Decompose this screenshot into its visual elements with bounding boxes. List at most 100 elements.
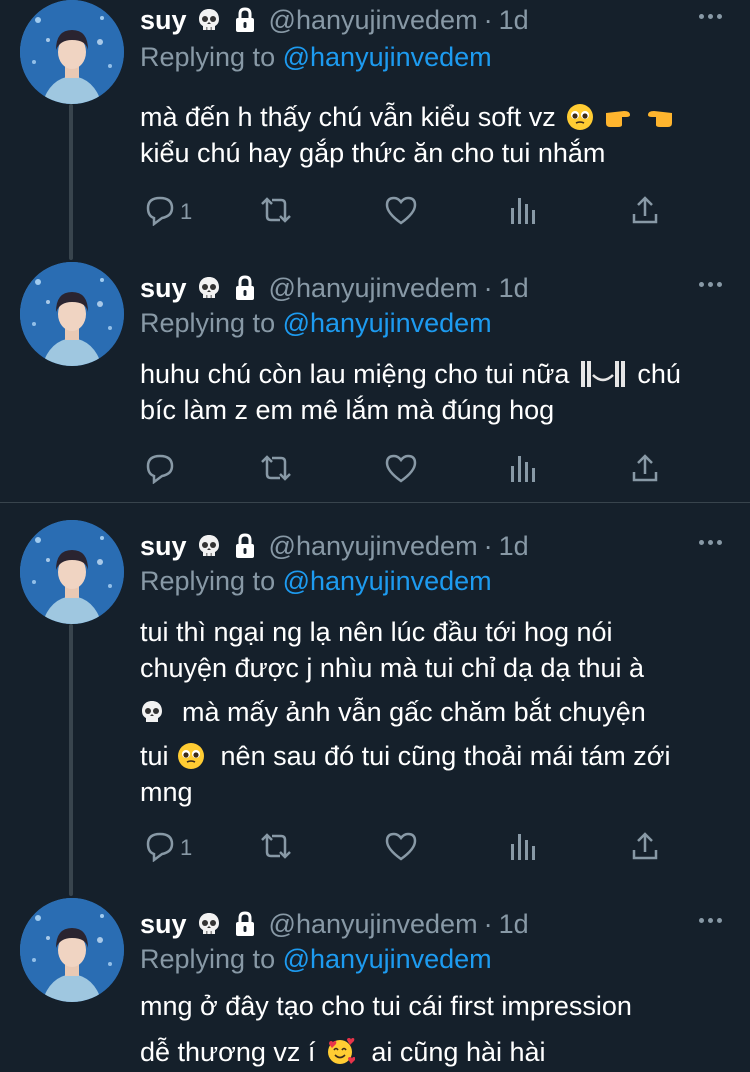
more-icon[interactable] xyxy=(699,918,722,923)
text-line: tui xyxy=(140,741,169,771)
display-name[interactable]: suy xyxy=(140,531,187,562)
more-icon[interactable] xyxy=(699,540,722,545)
pleading-face-icon xyxy=(566,103,594,131)
text-line: dễ thương vz í xyxy=(140,1037,316,1067)
display-name[interactable]: suy xyxy=(140,5,187,36)
replying-to: Replying to @hanyujinvedem xyxy=(140,566,492,597)
reply-icon xyxy=(144,194,176,231)
smiling-face-with-hearts-icon xyxy=(325,1037,356,1067)
action-bar: 1 xyxy=(140,828,680,868)
tweet[interactable]: suy @hanyujinvedem · 1d Replying to @han… xyxy=(0,898,750,1072)
timestamp[interactable]: 1d xyxy=(499,5,529,36)
tweet-header: suy @hanyujinvedem · 1d xyxy=(140,2,529,38)
skull-icon xyxy=(197,911,221,937)
analytics-icon xyxy=(508,830,538,867)
crying-face-icon xyxy=(577,359,629,389)
share-icon xyxy=(630,194,660,231)
tweet[interactable]: suy @hanyujinvedem · 1d Replying to @han… xyxy=(0,0,750,255)
mention-link[interactable]: @hanyujinvedem xyxy=(283,944,492,974)
avatar[interactable] xyxy=(20,262,124,366)
handle[interactable]: @hanyujinvedem xyxy=(269,273,478,304)
reply-button[interactable]: 1 xyxy=(144,192,192,232)
share-button[interactable] xyxy=(630,828,660,868)
avatar[interactable] xyxy=(20,520,124,624)
backhand-index-pointing-left-icon xyxy=(644,105,674,129)
separator: · xyxy=(483,908,493,939)
heart-icon xyxy=(384,830,418,867)
skull-icon xyxy=(197,275,221,301)
tweet[interactable]: suy @hanyujinvedem · 1d Replying to @han… xyxy=(0,520,750,890)
replying-prefix: Replying to xyxy=(140,944,276,974)
reply-icon xyxy=(144,452,176,489)
heart-icon xyxy=(384,452,418,489)
separator: · xyxy=(483,272,493,303)
replying-to: Replying to @hanyujinvedem xyxy=(140,308,492,339)
pleading-face-icon xyxy=(177,742,205,770)
backhand-index-pointing-right-icon xyxy=(604,105,634,129)
skull-icon xyxy=(140,699,164,725)
lock-icon xyxy=(233,911,257,937)
retweet-button[interactable] xyxy=(258,450,294,490)
reply-button[interactable]: 1 xyxy=(144,828,192,868)
mention-link[interactable]: @hanyujinvedem xyxy=(283,308,492,338)
replying-prefix: Replying to xyxy=(140,308,276,338)
handle[interactable]: @hanyujinvedem xyxy=(269,5,478,36)
skull-icon xyxy=(197,533,221,559)
divider xyxy=(0,502,750,503)
skull-icon xyxy=(197,7,221,33)
share-icon xyxy=(630,452,660,489)
retweet-icon xyxy=(258,452,294,489)
like-button[interactable] xyxy=(384,828,418,868)
share-button[interactable] xyxy=(630,450,660,490)
reply-icon xyxy=(144,830,176,867)
timestamp[interactable]: 1d xyxy=(499,273,529,304)
tweet-text: mà đến h thấy chú vẫn kiểu soft vz kiểu … xyxy=(140,99,730,171)
avatar-image xyxy=(20,0,124,104)
like-button[interactable] xyxy=(384,192,418,232)
retweet-icon xyxy=(258,194,294,231)
tweet-text: tui thì ngại ng lạ nên lúc đầu tới hog n… xyxy=(140,614,730,810)
analytics-icon xyxy=(508,452,538,489)
timestamp[interactable]: 1d xyxy=(499,909,529,940)
like-button[interactable] xyxy=(384,450,418,490)
tweet[interactable]: suy @hanyujinvedem · 1d Replying to @han… xyxy=(0,262,750,502)
handle[interactable]: @hanyujinvedem xyxy=(269,909,478,940)
text-line: chuyện được j nhìu mà tui chỉ dạ dạ thui… xyxy=(140,653,645,683)
text-line: mà đến h thấy chú vẫn kiểu soft vz xyxy=(140,102,556,132)
lock-icon xyxy=(233,533,257,559)
replying-prefix: Replying to xyxy=(140,42,276,72)
retweet-button[interactable] xyxy=(258,828,294,868)
avatar[interactable] xyxy=(20,898,124,1002)
analytics-button[interactable] xyxy=(508,828,538,868)
text-line: nên sau đó tui cũng thoải mái tám zới xyxy=(220,741,671,771)
timestamp[interactable]: 1d xyxy=(499,531,529,562)
action-bar: 1 xyxy=(140,192,680,232)
retweet-button[interactable] xyxy=(258,192,294,232)
text-line: kiểu chú hay gắp thức ăn cho tui nhắm xyxy=(140,138,606,168)
tweet-text: mng ở đây tạo cho tui cái first impressi… xyxy=(140,988,730,1070)
more-icon[interactable] xyxy=(699,14,722,19)
analytics-button[interactable] xyxy=(508,450,538,490)
reply-button[interactable] xyxy=(144,450,180,490)
avatar-image xyxy=(20,262,124,366)
replying-to: Replying to @hanyujinvedem xyxy=(140,42,492,73)
tweet-text: huhu chú còn lau miệng cho tui nữa chú b… xyxy=(140,356,730,428)
display-name[interactable]: suy xyxy=(140,909,187,940)
text-line: bíc làm z em mê lắm mà đúng hog xyxy=(140,395,555,425)
lock-icon xyxy=(233,275,257,301)
lock-icon xyxy=(233,7,257,33)
heart-icon xyxy=(384,194,418,231)
text-line: chú xyxy=(637,359,681,389)
more-icon[interactable] xyxy=(699,282,722,287)
share-button[interactable] xyxy=(630,192,660,232)
mention-link[interactable]: @hanyujinvedem xyxy=(283,566,492,596)
avatar-image xyxy=(20,520,124,624)
analytics-button[interactable] xyxy=(508,192,538,232)
mention-link[interactable]: @hanyujinvedem xyxy=(283,42,492,72)
display-name[interactable]: suy xyxy=(140,273,187,304)
tweet-header: suy @hanyujinvedem · 1d xyxy=(140,906,529,942)
avatar[interactable] xyxy=(20,0,124,104)
handle[interactable]: @hanyujinvedem xyxy=(269,531,478,562)
avatar-image xyxy=(20,898,124,1002)
text-line: mng xyxy=(140,777,193,807)
